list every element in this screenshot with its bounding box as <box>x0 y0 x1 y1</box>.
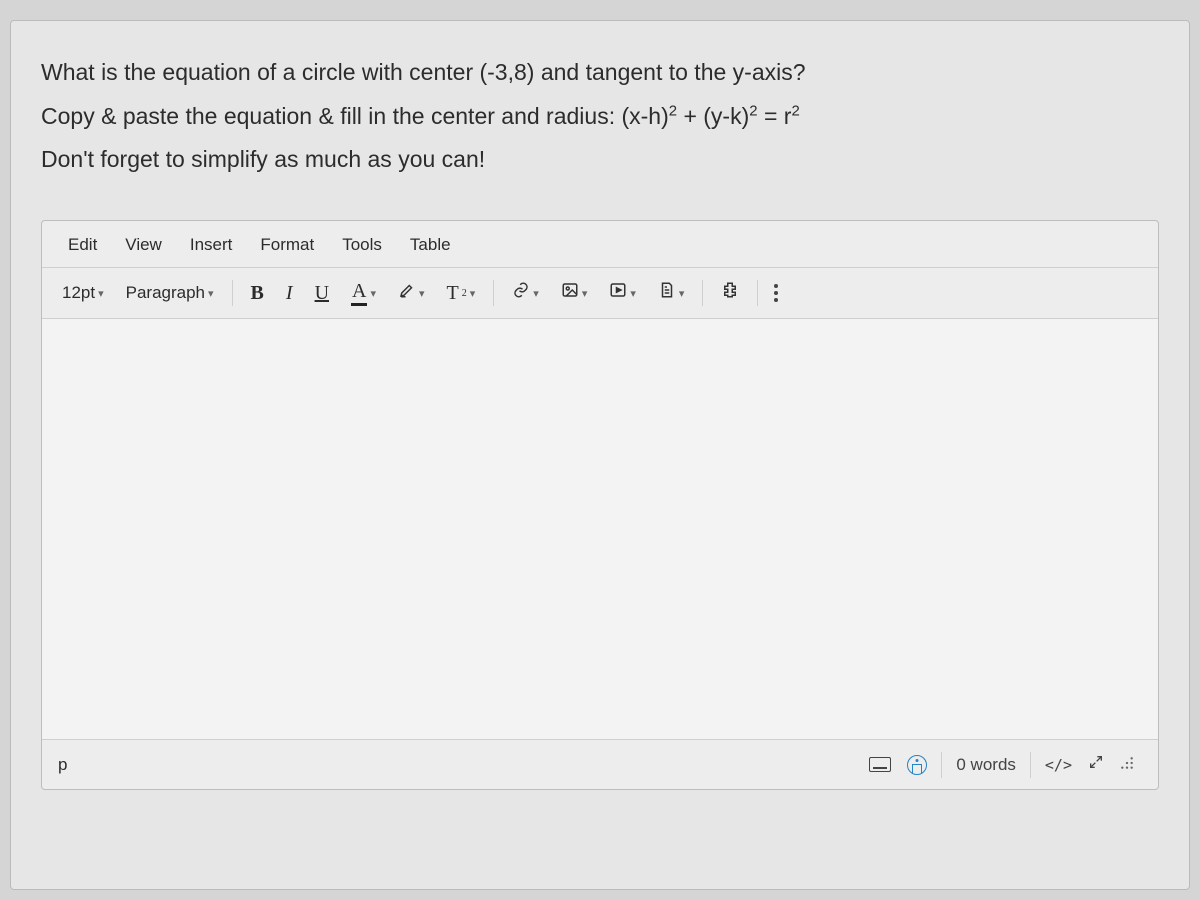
prompt-line-1: What is the equation of a circle with ce… <box>41 51 1159 95</box>
font-size-select[interactable]: 12pt▾ <box>52 277 114 309</box>
prompt-line-3: Don't forget to simplify as much as you … <box>41 138 1159 182</box>
menu-format[interactable]: Format <box>248 231 326 259</box>
chevron-down-icon: ▾ <box>98 287 104 300</box>
chevron-down-icon: ▾ <box>370 287 376 300</box>
text-color-button[interactable]: A ▾ <box>341 274 386 312</box>
word-count[interactable]: 0 words <box>948 751 1024 779</box>
dot-icon <box>774 298 778 302</box>
insert-link-button[interactable]: ▾ <box>502 275 549 311</box>
toolbar-divider <box>702 280 703 306</box>
dot-icon <box>774 291 778 295</box>
bold-button[interactable]: B <box>241 276 274 311</box>
menu-insert[interactable]: Insert <box>178 231 245 259</box>
more-tools-button[interactable] <box>766 280 786 306</box>
chevron-down-icon: ▾ <box>630 287 636 300</box>
menu-edit[interactable]: Edit <box>56 231 109 259</box>
chevron-down-icon: ▾ <box>470 287 476 300</box>
dot-icon <box>774 284 778 288</box>
insert-image-button[interactable]: ▾ <box>551 275 598 311</box>
chevron-down-icon: ▾ <box>208 287 214 300</box>
editor-toolbar: 12pt▾ Paragraph▾ B I U A ▾ ▾ <box>42 268 1158 319</box>
accessibility-icon <box>907 755 927 775</box>
keyboard-shortcuts-button[interactable] <box>861 753 899 776</box>
toolbar-divider <box>232 280 233 306</box>
highlighter-icon <box>398 281 416 305</box>
prompt-line-2: Copy & paste the equation & fill in the … <box>41 95 1159 139</box>
image-icon <box>561 281 579 305</box>
insert-document-button[interactable]: ▾ <box>648 275 695 311</box>
media-icon <box>609 281 627 305</box>
insert-app-button[interactable] <box>711 275 749 311</box>
question-panel: What is the equation of a circle with ce… <box>10 20 1190 890</box>
keyboard-icon <box>869 757 891 772</box>
chevron-down-icon: ▾ <box>419 287 425 300</box>
chevron-down-icon: ▾ <box>533 287 539 300</box>
statusbar-divider <box>1030 752 1031 778</box>
block-format-select[interactable]: Paragraph▾ <box>116 277 224 309</box>
insert-media-button[interactable]: ▾ <box>599 275 646 311</box>
expand-icon <box>1088 754 1104 775</box>
editor-statusbar: p 0 words </> <box>42 739 1158 789</box>
menu-table[interactable]: Table <box>398 231 463 259</box>
accessibility-checker-button[interactable] <box>899 751 935 779</box>
highlight-color-button[interactable]: ▾ <box>388 275 435 311</box>
superscript-button[interactable]: T2 ▾ <box>437 276 486 311</box>
chevron-down-icon: ▾ <box>582 287 588 300</box>
question-prompt: What is the equation of a circle with ce… <box>41 51 1159 182</box>
statusbar-divider <box>941 752 942 778</box>
chevron-down-icon: ▾ <box>679 287 685 300</box>
document-icon <box>658 281 676 305</box>
element-path[interactable]: p <box>58 755 67 775</box>
toolbar-divider <box>493 280 494 306</box>
menu-tools[interactable]: Tools <box>330 231 394 259</box>
editor-content-area[interactable] <box>42 319 1158 739</box>
plugin-icon <box>721 281 739 305</box>
toolbar-divider <box>757 280 758 306</box>
html-view-button[interactable]: </> <box>1037 752 1080 778</box>
underline-button[interactable]: U <box>305 276 339 311</box>
link-icon <box>512 281 530 305</box>
resize-handle[interactable] <box>1112 751 1142 779</box>
italic-button[interactable]: I <box>276 276 303 311</box>
menu-view[interactable]: View <box>113 231 174 259</box>
fullscreen-button[interactable] <box>1080 750 1112 779</box>
rich-text-editor: Edit View Insert Format Tools Table 12pt… <box>41 220 1159 790</box>
resize-grip-icon <box>1120 755 1134 775</box>
editor-menubar: Edit View Insert Format Tools Table <box>42 221 1158 268</box>
